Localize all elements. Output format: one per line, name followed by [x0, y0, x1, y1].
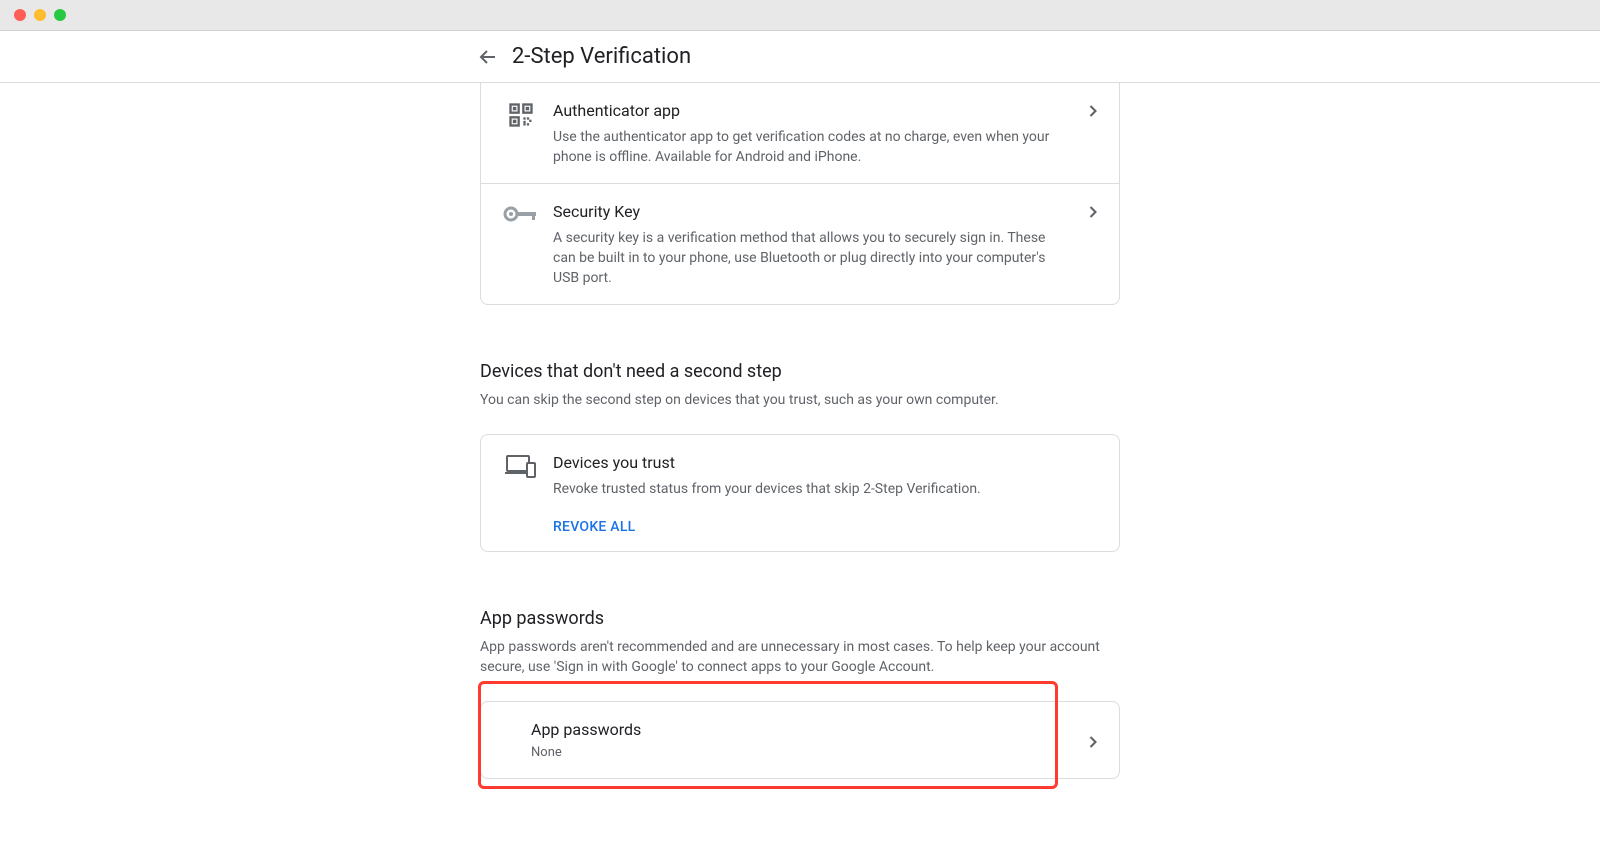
revoke-all-button[interactable]: REVOKE ALL: [553, 519, 635, 535]
trusted-devices-desc: You can skip the second step on devices …: [480, 390, 1120, 410]
security-key-title: Security Key: [553, 200, 1063, 224]
arrow-left-icon: [476, 45, 500, 69]
chevron-right-icon: [1083, 101, 1103, 121]
window-maximize-button[interactable]: [54, 9, 66, 21]
authenticator-app-row[interactable]: Authenticator app Use the authenticator …: [481, 83, 1119, 183]
main-content: Authenticator app Use the authenticator …: [0, 83, 1600, 779]
devices-you-trust-desc: Revoke trusted status from your devices …: [553, 479, 1063, 499]
trusted-devices-heading: Devices that don't need a second step: [480, 361, 1120, 382]
window-minimize-button[interactable]: [34, 9, 46, 21]
app-passwords-value: None: [531, 745, 1103, 760]
chevron-right-icon: [1083, 732, 1103, 752]
devices-you-trust-row: Devices you trust Revoke trusted status …: [481, 435, 1119, 551]
window-close-button[interactable]: [14, 9, 26, 21]
key-icon: [497, 200, 545, 226]
window-chrome: [0, 0, 1600, 31]
app-passwords-title: App passwords: [531, 720, 1103, 739]
app-passwords-row[interactable]: App passwords None: [481, 702, 1119, 778]
chevron-right-icon: [1083, 202, 1103, 222]
authenticator-app-desc: Use the authenticator app to get verific…: [553, 127, 1063, 167]
app-passwords-card: App passwords None: [480, 701, 1120, 779]
back-button[interactable]: [468, 37, 508, 77]
app-passwords-heading: App passwords: [480, 608, 1120, 629]
security-key-desc: A security key is a verification method …: [553, 228, 1063, 288]
page-header: 2-Step Verification: [0, 31, 1600, 83]
security-key-row[interactable]: Security Key A security key is a verific…: [481, 183, 1119, 304]
devices-icon: [497, 451, 545, 479]
trusted-devices-card: Devices you trust Revoke trusted status …: [480, 434, 1120, 552]
devices-you-trust-title: Devices you trust: [553, 451, 1063, 475]
page-title: 2-Step Verification: [512, 44, 691, 69]
qr-code-icon: [497, 99, 545, 129]
second-steps-card: Authenticator app Use the authenticator …: [480, 83, 1120, 305]
authenticator-app-title: Authenticator app: [553, 99, 1063, 123]
app-passwords-desc: App passwords aren't recommended and are…: [480, 637, 1120, 677]
